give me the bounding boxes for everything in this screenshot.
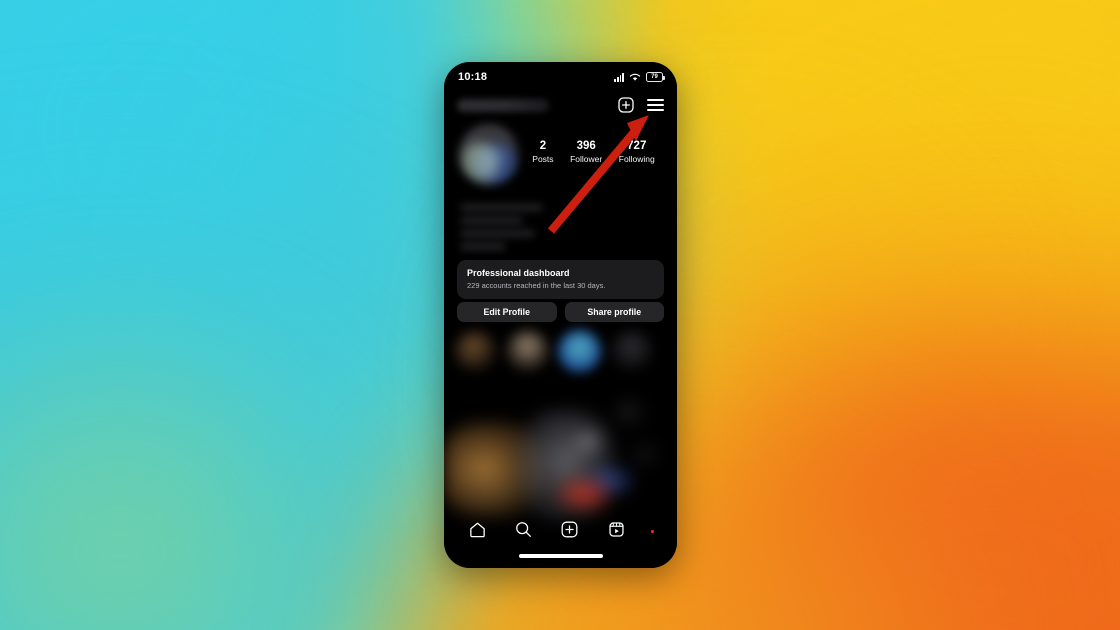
profile-bio-blurred — [460, 204, 556, 260]
highlight-item[interactable] — [558, 330, 601, 373]
cellular-signal-icon — [614, 72, 624, 82]
nav-reels-button[interactable] — [607, 520, 626, 539]
edit-profile-button[interactable]: Edit Profile — [457, 302, 557, 322]
story-highlights-row — [454, 330, 667, 373]
header-actions — [618, 97, 664, 113]
status-bar-time: 10:18 — [458, 71, 488, 83]
stat-following[interactable]: 727 Following — [619, 140, 655, 164]
nav-create-button[interactable] — [560, 520, 579, 539]
nav-search-button[interactable] — [514, 520, 533, 539]
share-profile-button[interactable]: Share profile — [564, 302, 664, 322]
battery-level: 79 — [651, 74, 658, 80]
stat-posts[interactable]: 2 Posts — [532, 140, 553, 164]
bottom-navigation-bar — [444, 512, 677, 546]
highlight-item[interactable] — [454, 330, 497, 373]
profile-stats: 2 Posts 396 Follower 727 Following — [524, 124, 663, 164]
phone-screen: 10:18 79 2 Posts 396 Follower 727 Follow… — [444, 62, 677, 568]
identity-row: 2 Posts 396 Follower 727 Following — [444, 124, 677, 196]
screenshot-canvas: 10:18 79 2 Posts 396 Follower 727 Follow… — [0, 0, 1120, 630]
profile-username-blurred — [457, 98, 549, 112]
wifi-icon — [629, 73, 641, 81]
stat-following-label: Following — [618, 154, 655, 165]
plus-square-icon[interactable] — [618, 97, 634, 113]
notification-badge-dot — [650, 529, 655, 533]
stat-posts-label: Posts — [532, 154, 554, 165]
profile-action-buttons: Edit Profile Share profile — [457, 302, 664, 322]
professional-dashboard-title: Professional dashboard — [467, 268, 570, 278]
professional-dashboard-subtitle: 229 accounts reached in the last 30 days… — [467, 281, 606, 290]
status-bar-indicators: 79 — [614, 72, 665, 82]
professional-dashboard-card[interactable]: Professional dashboard 229 accounts reac… — [457, 260, 664, 299]
profile-avatar[interactable] — [458, 124, 520, 186]
status-bar: 10:18 79 — [444, 62, 677, 92]
phone-device-frame: 10:18 79 2 Posts 396 Follower 727 Follow… — [444, 62, 677, 568]
nav-home-button[interactable] — [468, 520, 487, 539]
highlight-item[interactable] — [610, 330, 653, 373]
hamburger-menu-icon[interactable] — [647, 99, 664, 111]
highlight-item[interactable] — [506, 330, 549, 373]
profile-header — [444, 92, 677, 118]
photo-grid-blurred[interactable] — [444, 380, 677, 520]
stat-followers[interactable]: 396 Follower — [570, 140, 602, 164]
stat-following-value: 727 — [627, 140, 647, 152]
home-indicator-bar — [518, 554, 603, 558]
stat-followers-label: Follower — [570, 154, 603, 165]
battery-icon: 79 — [646, 72, 665, 82]
stat-followers-value: 396 — [576, 140, 596, 152]
stat-posts-value: 2 — [539, 140, 547, 152]
